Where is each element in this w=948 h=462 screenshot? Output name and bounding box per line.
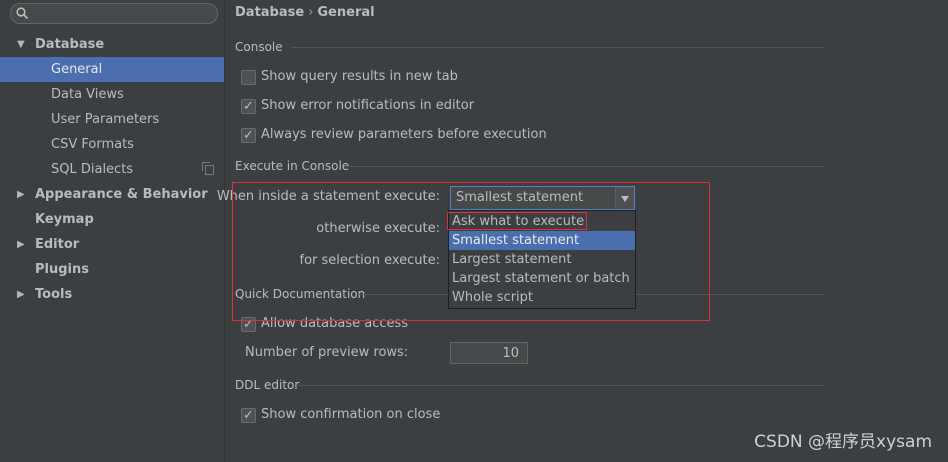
section-divider xyxy=(296,385,823,386)
preview-rows-input[interactable]: 10 xyxy=(450,342,528,364)
sidebar-item-database[interactable]: ▼ Database xyxy=(0,32,224,57)
breadcrumb-separator: › xyxy=(308,5,314,20)
sidebar-item-label: Editor xyxy=(35,237,80,252)
sidebar-item-label: User Parameters xyxy=(51,112,160,127)
sidebar-item-general[interactable]: General xyxy=(0,57,224,82)
ddl-section-title: DDL editor xyxy=(235,378,300,392)
expanded-arrow-icon[interactable]: ▼ xyxy=(17,32,25,57)
sidebar-item-label: Keymap xyxy=(35,212,94,227)
section-divider xyxy=(344,166,823,167)
console-section-title: Console xyxy=(235,40,283,54)
sidebar-item-keymap[interactable]: Keymap xyxy=(0,207,224,232)
sidebar-item-label: SQL Dialects xyxy=(51,162,134,177)
sidebar-item-tools[interactable]: ▶ Tools xyxy=(0,282,224,307)
sidebar-item-plugins[interactable]: Plugins xyxy=(0,257,224,282)
show-errors-label: Show error notifications in editor xyxy=(261,98,475,113)
sidebar-item-label: Appearance & Behavior xyxy=(35,187,208,202)
sidebar-item-label: General xyxy=(51,62,103,77)
show-errors-checkbox[interactable] xyxy=(241,97,256,117)
confirm-close-label: Show confirmation on close xyxy=(261,407,441,422)
execute-section-title: Execute in Console xyxy=(235,159,350,173)
show-results-label: Show query results in new tab xyxy=(261,69,458,84)
sidebar-item-label: Tools xyxy=(35,287,73,302)
sidebar-item-label: Plugins xyxy=(35,262,89,277)
watermark: CSDN @程序员xysam xyxy=(754,432,932,452)
highlight-box-option xyxy=(447,212,587,230)
breadcrumb-general: General xyxy=(317,5,375,20)
sidebar-item-csv-formats[interactable]: CSV Formats xyxy=(0,132,224,157)
sidebar-item-sql-dialects[interactable]: SQL Dialects xyxy=(0,157,224,182)
show-results-checkbox[interactable] xyxy=(241,70,256,85)
breadcrumb: Database › General xyxy=(235,5,375,20)
collapsed-arrow-icon[interactable]: ▶ xyxy=(17,282,25,307)
sidebar-item-editor[interactable]: ▶ Editor xyxy=(0,232,224,257)
sidebar-item-label: Data Views xyxy=(51,87,124,102)
breadcrumb-database: Database xyxy=(235,5,305,20)
project-settings-icon xyxy=(202,162,214,175)
highlight-box xyxy=(232,182,710,321)
review-params-checkbox[interactable] xyxy=(241,126,256,146)
review-params-label: Always review parameters before executio… xyxy=(261,127,547,142)
preview-rows-label: Number of preview rows: xyxy=(245,345,409,360)
sidebar-item-appearance-behavior[interactable]: ▶ Appearance & Behavior xyxy=(0,182,224,207)
collapsed-arrow-icon[interactable]: ▶ xyxy=(17,182,25,207)
search-icon xyxy=(16,7,29,20)
sidebar-item-label: CSV Formats xyxy=(51,137,134,152)
sidebar-item-label: Database xyxy=(35,37,105,52)
search-input[interactable] xyxy=(10,3,218,24)
section-divider xyxy=(291,47,823,48)
settings-main-panel: Database › General Console Show query resu… xyxy=(217,0,948,462)
confirm-close-checkbox[interactable] xyxy=(241,406,256,426)
settings-sidebar: ▼ Database General Data Views User Param… xyxy=(0,0,225,462)
sidebar-item-user-parameters[interactable]: User Parameters xyxy=(0,107,224,132)
sidebar-item-data-views[interactable]: Data Views xyxy=(0,82,224,107)
collapsed-arrow-icon[interactable]: ▶ xyxy=(17,232,25,257)
